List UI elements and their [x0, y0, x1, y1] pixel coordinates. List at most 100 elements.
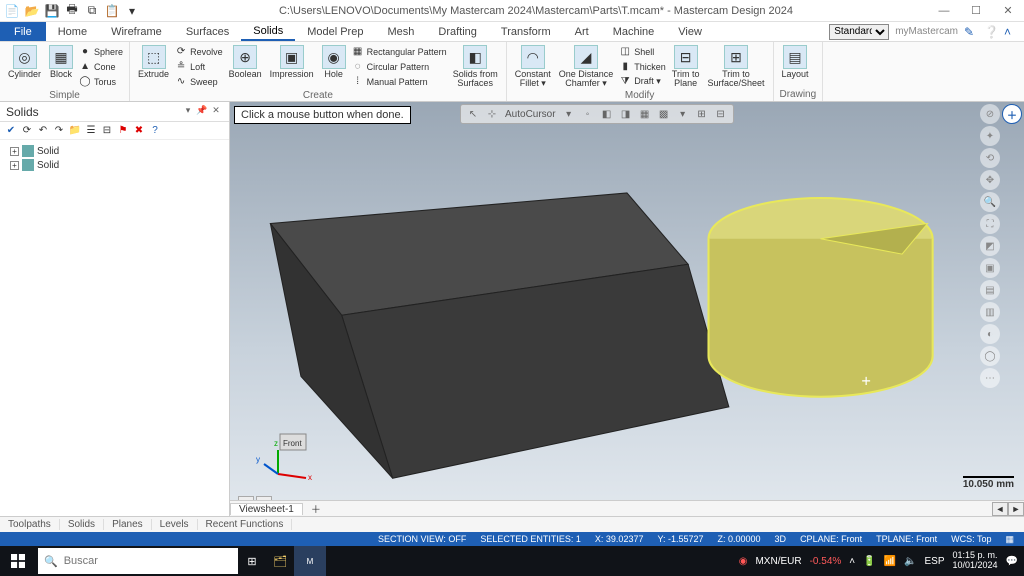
save-icon[interactable]: 💾	[44, 3, 60, 19]
help-icon[interactable]: ❔	[984, 25, 998, 39]
status-wcs[interactable]: WCS: Top	[951, 534, 991, 544]
feedback-icon[interactable]: ✎	[964, 25, 978, 39]
block-button[interactable]: ▦Block	[47, 44, 75, 80]
tool-help-icon[interactable]: ?	[148, 124, 162, 138]
view-triad[interactable]: Front z x y	[250, 426, 320, 486]
rect-pattern-button[interactable]: ▦Rectangular Pattern	[352, 44, 447, 59]
wifi-icon[interactable]: 📶	[884, 556, 896, 567]
fillet-button[interactable]: ◠Constant Fillet ▾	[513, 44, 553, 89]
tool-redo-icon[interactable]: ↷	[52, 124, 66, 138]
taskbar-clock[interactable]: 01:15 p. m. 10/01/2024	[953, 551, 998, 571]
status-mode[interactable]: 3D	[775, 534, 787, 544]
tab-transform[interactable]: Transform	[489, 22, 563, 41]
layout-button[interactable]: ▤Layout	[780, 44, 811, 80]
h-scroll-right-icon[interactable]: ►	[1008, 502, 1024, 516]
tab-wireframe[interactable]: Wireframe	[99, 22, 174, 41]
tab-machine[interactable]: Machine	[601, 22, 667, 41]
status-section[interactable]: SECTION VIEW: OFF	[378, 534, 466, 544]
tool-flag-icon[interactable]: ⚑	[116, 124, 130, 138]
sphere-button[interactable]: ●Sphere	[79, 44, 123, 59]
tree-expand-icon[interactable]: +	[10, 147, 19, 156]
mastercam-app-icon[interactable]: M	[294, 546, 326, 576]
qat-drop-icon[interactable]: ▾	[124, 3, 140, 19]
extrude-button[interactable]: ⬚Extrude	[136, 44, 171, 80]
front-icon[interactable]: ▤	[980, 280, 1000, 300]
cb7-icon[interactable]: ⊞	[694, 106, 710, 122]
boolean-button[interactable]: ⊕Boolean	[227, 44, 264, 80]
minimize-button[interactable]: —	[932, 2, 956, 20]
tool-check-icon[interactable]: ✔	[4, 124, 18, 138]
rotate-icon[interactable]: ⟲	[980, 148, 1000, 168]
loft-button[interactable]: ≗Loft	[175, 59, 223, 74]
torus-button[interactable]: ◯Torus	[79, 74, 123, 89]
tool-folder-icon[interactable]: 📁	[68, 124, 82, 138]
config-select[interactable]: Standard	[829, 24, 889, 40]
tab-planes[interactable]: Planes	[104, 519, 152, 530]
cone-button[interactable]: ▲Cone	[79, 59, 123, 74]
sweep-button[interactable]: ∿Sweep	[175, 74, 223, 89]
taskbar-search[interactable]: 🔍	[38, 548, 238, 574]
tab-drafting[interactable]: Drafting	[426, 22, 489, 41]
panel-close-icon[interactable]: ✕	[209, 105, 223, 119]
status-tplane[interactable]: TPLANE: Front	[876, 534, 937, 544]
cylinder-button[interactable]: ◎Cylinder	[6, 44, 43, 80]
tab-toolpaths[interactable]: Toolpaths	[0, 519, 60, 530]
snap-icon[interactable]: ⊹	[484, 106, 500, 122]
revolve-button[interactable]: ⟳Revolve	[175, 44, 223, 59]
tool-refresh-icon[interactable]: ⟳	[20, 124, 34, 138]
cb4-icon[interactable]: ▦	[637, 106, 653, 122]
close-button[interactable]: ✕	[996, 2, 1020, 20]
pan-icon[interactable]: ✥	[980, 170, 1000, 190]
tree-expand-icon[interactable]: +	[10, 161, 19, 170]
add-viewsheet-icon[interactable]: ＋	[303, 501, 329, 516]
cb6-icon[interactable]: ▾	[675, 106, 691, 122]
zoom-icon[interactable]: 🔍	[980, 192, 1000, 212]
iso-icon[interactable]: ◩	[980, 236, 1000, 256]
tray-up-icon[interactable]: ˄	[849, 556, 855, 567]
chamfer-button[interactable]: ◢One Distance Chamfer ▾	[557, 44, 616, 89]
status-cplane[interactable]: CPLANE: Front	[800, 534, 862, 544]
search-input[interactable]	[64, 555, 232, 567]
gnomon-icon[interactable]: ✦	[980, 126, 1000, 146]
tab-mesh[interactable]: Mesh	[375, 22, 426, 41]
maximize-button[interactable]: ☐	[964, 2, 988, 20]
tool-undo-icon[interactable]: ↶	[36, 124, 50, 138]
add-view-icon[interactable]: ＋	[1002, 104, 1022, 124]
cb8-icon[interactable]: ⊟	[713, 106, 729, 122]
undo-view-icon[interactable]: ⊘	[980, 104, 1000, 124]
tab-home[interactable]: Home	[46, 22, 99, 41]
collapse-ribbon-icon[interactable]: ˄	[1004, 25, 1018, 39]
cb2-icon[interactable]: ◧	[599, 106, 615, 122]
notifications-icon[interactable]: 💬	[1006, 556, 1018, 567]
viewsheet-tab[interactable]: Viewsheet-1	[230, 503, 303, 515]
finance-icon[interactable]: ◉	[739, 556, 748, 567]
wire-icon[interactable]: ◯	[980, 346, 1000, 366]
shell-button[interactable]: ◫Shell	[619, 44, 666, 59]
taskview-icon[interactable]: ⊞	[238, 546, 266, 576]
tab-levels[interactable]: Levels	[152, 519, 198, 530]
hole-button[interactable]: ◉Hole	[320, 44, 348, 80]
side-icon[interactable]: ▥	[980, 302, 1000, 322]
open-icon[interactable]: 📂	[24, 3, 40, 19]
fit-icon[interactable]: ⛶	[980, 214, 1000, 234]
file-menu[interactable]: File	[0, 22, 46, 41]
lang-indicator[interactable]: ESP	[924, 556, 944, 567]
trim-to-plane-button[interactable]: ⊟Trim to Plane	[670, 44, 702, 89]
tab-modelprep[interactable]: Model Prep	[295, 22, 375, 41]
viewport[interactable]: Click a mouse button when done. ↖ ⊹ Auto…	[230, 102, 1024, 516]
top-icon[interactable]: ▣	[980, 258, 1000, 278]
trim-to-surface-button[interactable]: ⊞Trim to Surface/Sheet	[705, 44, 766, 89]
explorer-icon[interactable]: 🗂	[266, 546, 294, 576]
manual-pattern-button[interactable]: ⁞Manual Pattern	[352, 74, 447, 89]
cb3-icon[interactable]: ◨	[618, 106, 634, 122]
more-icon[interactable]: ⋯	[980, 368, 1000, 388]
status-selected[interactable]: SELECTED ENTITIES: 1	[480, 534, 581, 544]
status-grid-icon[interactable]: ▦	[1005, 534, 1014, 545]
tab-solids[interactable]: Solids	[241, 22, 295, 41]
impression-button[interactable]: ▣Impression	[268, 44, 316, 80]
cb1-icon[interactable]: ◦	[580, 106, 596, 122]
tool-tree-icon[interactable]: ☰	[84, 124, 98, 138]
start-button[interactable]	[0, 546, 36, 576]
h-scroll-left-icon[interactable]: ◄	[992, 502, 1008, 516]
thicken-button[interactable]: ▮Thicken	[619, 59, 666, 74]
